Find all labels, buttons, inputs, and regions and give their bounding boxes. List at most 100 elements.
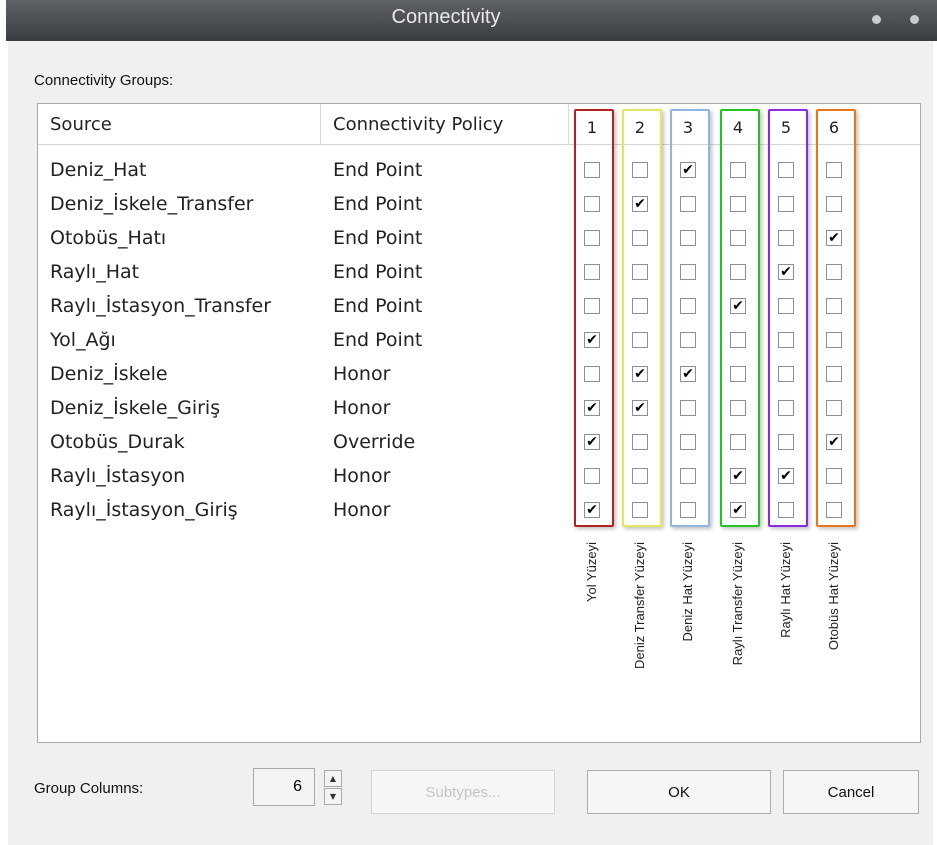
group-checkbox[interactable] xyxy=(730,366,746,382)
group-checkbox[interactable]: ✔ xyxy=(730,298,746,314)
group-checkbox[interactable] xyxy=(778,400,794,416)
group-checkbox[interactable] xyxy=(730,434,746,450)
group-checkbox[interactable] xyxy=(778,502,794,518)
group-checkbox[interactable] xyxy=(778,332,794,348)
group-checkbox[interactable] xyxy=(826,400,842,416)
table-row[interactable]: Deniz_İskele_Transfer End Point xyxy=(38,187,578,221)
group-checkbox[interactable] xyxy=(584,468,600,484)
group-checkbox[interactable]: ✔ xyxy=(826,434,842,450)
group-checkbox[interactable] xyxy=(680,230,696,246)
policy-cell[interactable]: End Point xyxy=(333,255,422,289)
group-column-header-3[interactable]: 3 xyxy=(678,118,698,137)
policy-cell[interactable]: Honor xyxy=(333,391,390,425)
group-checkbox[interactable]: ✔ xyxy=(730,502,746,518)
group-checkbox[interactable]: ✔ xyxy=(584,434,600,450)
policy-cell[interactable]: Honor xyxy=(333,493,390,527)
group-checkbox[interactable] xyxy=(584,366,600,382)
group-checkbox[interactable] xyxy=(680,264,696,280)
group-checkbox[interactable] xyxy=(680,400,696,416)
group-checkbox[interactable] xyxy=(680,434,696,450)
policy-cell[interactable]: Honor xyxy=(333,459,390,493)
group-checkbox[interactable] xyxy=(632,502,648,518)
spin-up-button[interactable]: ▲ xyxy=(324,770,342,787)
group-checkbox[interactable] xyxy=(730,230,746,246)
group-checkbox[interactable] xyxy=(632,264,648,280)
group-checkbox[interactable]: ✔ xyxy=(632,196,648,212)
spin-down-button[interactable]: ▼ xyxy=(324,788,342,805)
group-checkbox[interactable] xyxy=(584,230,600,246)
group-checkbox[interactable] xyxy=(826,502,842,518)
group-column-header-6[interactable]: 6 xyxy=(824,118,844,137)
close-icon[interactable] xyxy=(910,15,919,24)
group-checkbox[interactable] xyxy=(632,468,648,484)
group-checkbox[interactable] xyxy=(680,468,696,484)
policy-cell[interactable]: End Point xyxy=(333,187,422,221)
group-checkbox[interactable]: ✔ xyxy=(680,162,696,178)
table-row[interactable]: Otobüs_Hatı End Point xyxy=(38,221,578,255)
group-checkbox[interactable] xyxy=(730,400,746,416)
table-row[interactable]: Raylı_İstasyon Honor xyxy=(38,459,578,493)
group-checkbox[interactable] xyxy=(584,196,600,212)
group-checkbox[interactable]: ✔ xyxy=(778,468,794,484)
group-checkbox[interactable] xyxy=(584,298,600,314)
group-checkbox[interactable]: ✔ xyxy=(778,264,794,280)
policy-cell[interactable]: Honor xyxy=(333,357,390,391)
group-checkbox[interactable] xyxy=(680,196,696,212)
policy-cell[interactable]: End Point xyxy=(333,221,422,255)
group-checkbox[interactable] xyxy=(584,162,600,178)
group-checkbox[interactable] xyxy=(632,434,648,450)
group-checkbox[interactable] xyxy=(826,264,842,280)
group-checkbox[interactable] xyxy=(778,230,794,246)
group-checkbox[interactable] xyxy=(826,366,842,382)
group-column-header-5[interactable]: 5 xyxy=(776,118,796,137)
group-columns-input[interactable]: 6 xyxy=(253,768,315,806)
table-row[interactable]: Raylı_İstasyon_Giriş Honor xyxy=(38,493,578,527)
group-checkbox[interactable] xyxy=(778,366,794,382)
policy-cell[interactable]: End Point xyxy=(333,153,422,187)
table-row[interactable]: Deniz_İskele Honor xyxy=(38,357,578,391)
policy-cell[interactable]: Override xyxy=(333,425,415,459)
policy-cell[interactable]: End Point xyxy=(333,289,422,323)
policy-cell[interactable]: End Point xyxy=(333,323,422,357)
group-column-header-1[interactable]: 1 xyxy=(582,118,602,137)
table-row[interactable]: Deniz_İskele_Giriş Honor xyxy=(38,391,578,425)
source-column-header[interactable]: Source xyxy=(38,104,321,144)
group-checkbox[interactable]: ✔ xyxy=(730,468,746,484)
group-checkbox[interactable]: ✔ xyxy=(584,332,600,348)
group-checkbox[interactable] xyxy=(826,162,842,178)
group-checkbox[interactable]: ✔ xyxy=(680,366,696,382)
group-checkbox[interactable]: ✔ xyxy=(632,366,648,382)
group-checkbox[interactable]: ✔ xyxy=(584,502,600,518)
group-checkbox[interactable] xyxy=(680,502,696,518)
group-checkbox[interactable] xyxy=(778,196,794,212)
group-checkbox[interactable] xyxy=(778,162,794,178)
minimize-icon[interactable] xyxy=(872,15,881,24)
group-checkbox[interactable] xyxy=(778,298,794,314)
group-checkbox[interactable]: ✔ xyxy=(826,230,842,246)
group-checkbox[interactable] xyxy=(730,332,746,348)
group-checkbox[interactable] xyxy=(826,332,842,348)
group-checkbox[interactable] xyxy=(826,196,842,212)
group-checkbox[interactable] xyxy=(632,162,648,178)
group-checkbox[interactable] xyxy=(778,434,794,450)
group-checkbox[interactable] xyxy=(632,298,648,314)
group-checkbox[interactable] xyxy=(680,298,696,314)
table-row[interactable]: Yol_Ağı End Point xyxy=(38,323,578,357)
group-checkbox[interactable] xyxy=(584,264,600,280)
group-checkbox[interactable] xyxy=(730,196,746,212)
table-row[interactable]: Otobüs_Durak Override xyxy=(38,425,578,459)
group-checkbox[interactable] xyxy=(632,230,648,246)
ok-button[interactable]: OK xyxy=(587,770,771,814)
group-checkbox[interactable] xyxy=(632,332,648,348)
group-column-header-4[interactable]: 4 xyxy=(728,118,748,137)
policy-column-header[interactable]: Connectivity Policy xyxy=(321,104,569,144)
group-checkbox[interactable] xyxy=(826,298,842,314)
group-checkbox[interactable]: ✔ xyxy=(584,400,600,416)
group-checkbox[interactable] xyxy=(826,468,842,484)
subtypes-button[interactable]: Subtypes... xyxy=(371,770,555,814)
table-row[interactable]: Raylı_İstasyon_Transfer End Point xyxy=(38,289,578,323)
group-checkbox[interactable]: ✔ xyxy=(632,400,648,416)
group-checkbox[interactable] xyxy=(730,264,746,280)
group-column-header-2[interactable]: 2 xyxy=(630,118,650,137)
cancel-button[interactable]: Cancel xyxy=(783,770,919,814)
